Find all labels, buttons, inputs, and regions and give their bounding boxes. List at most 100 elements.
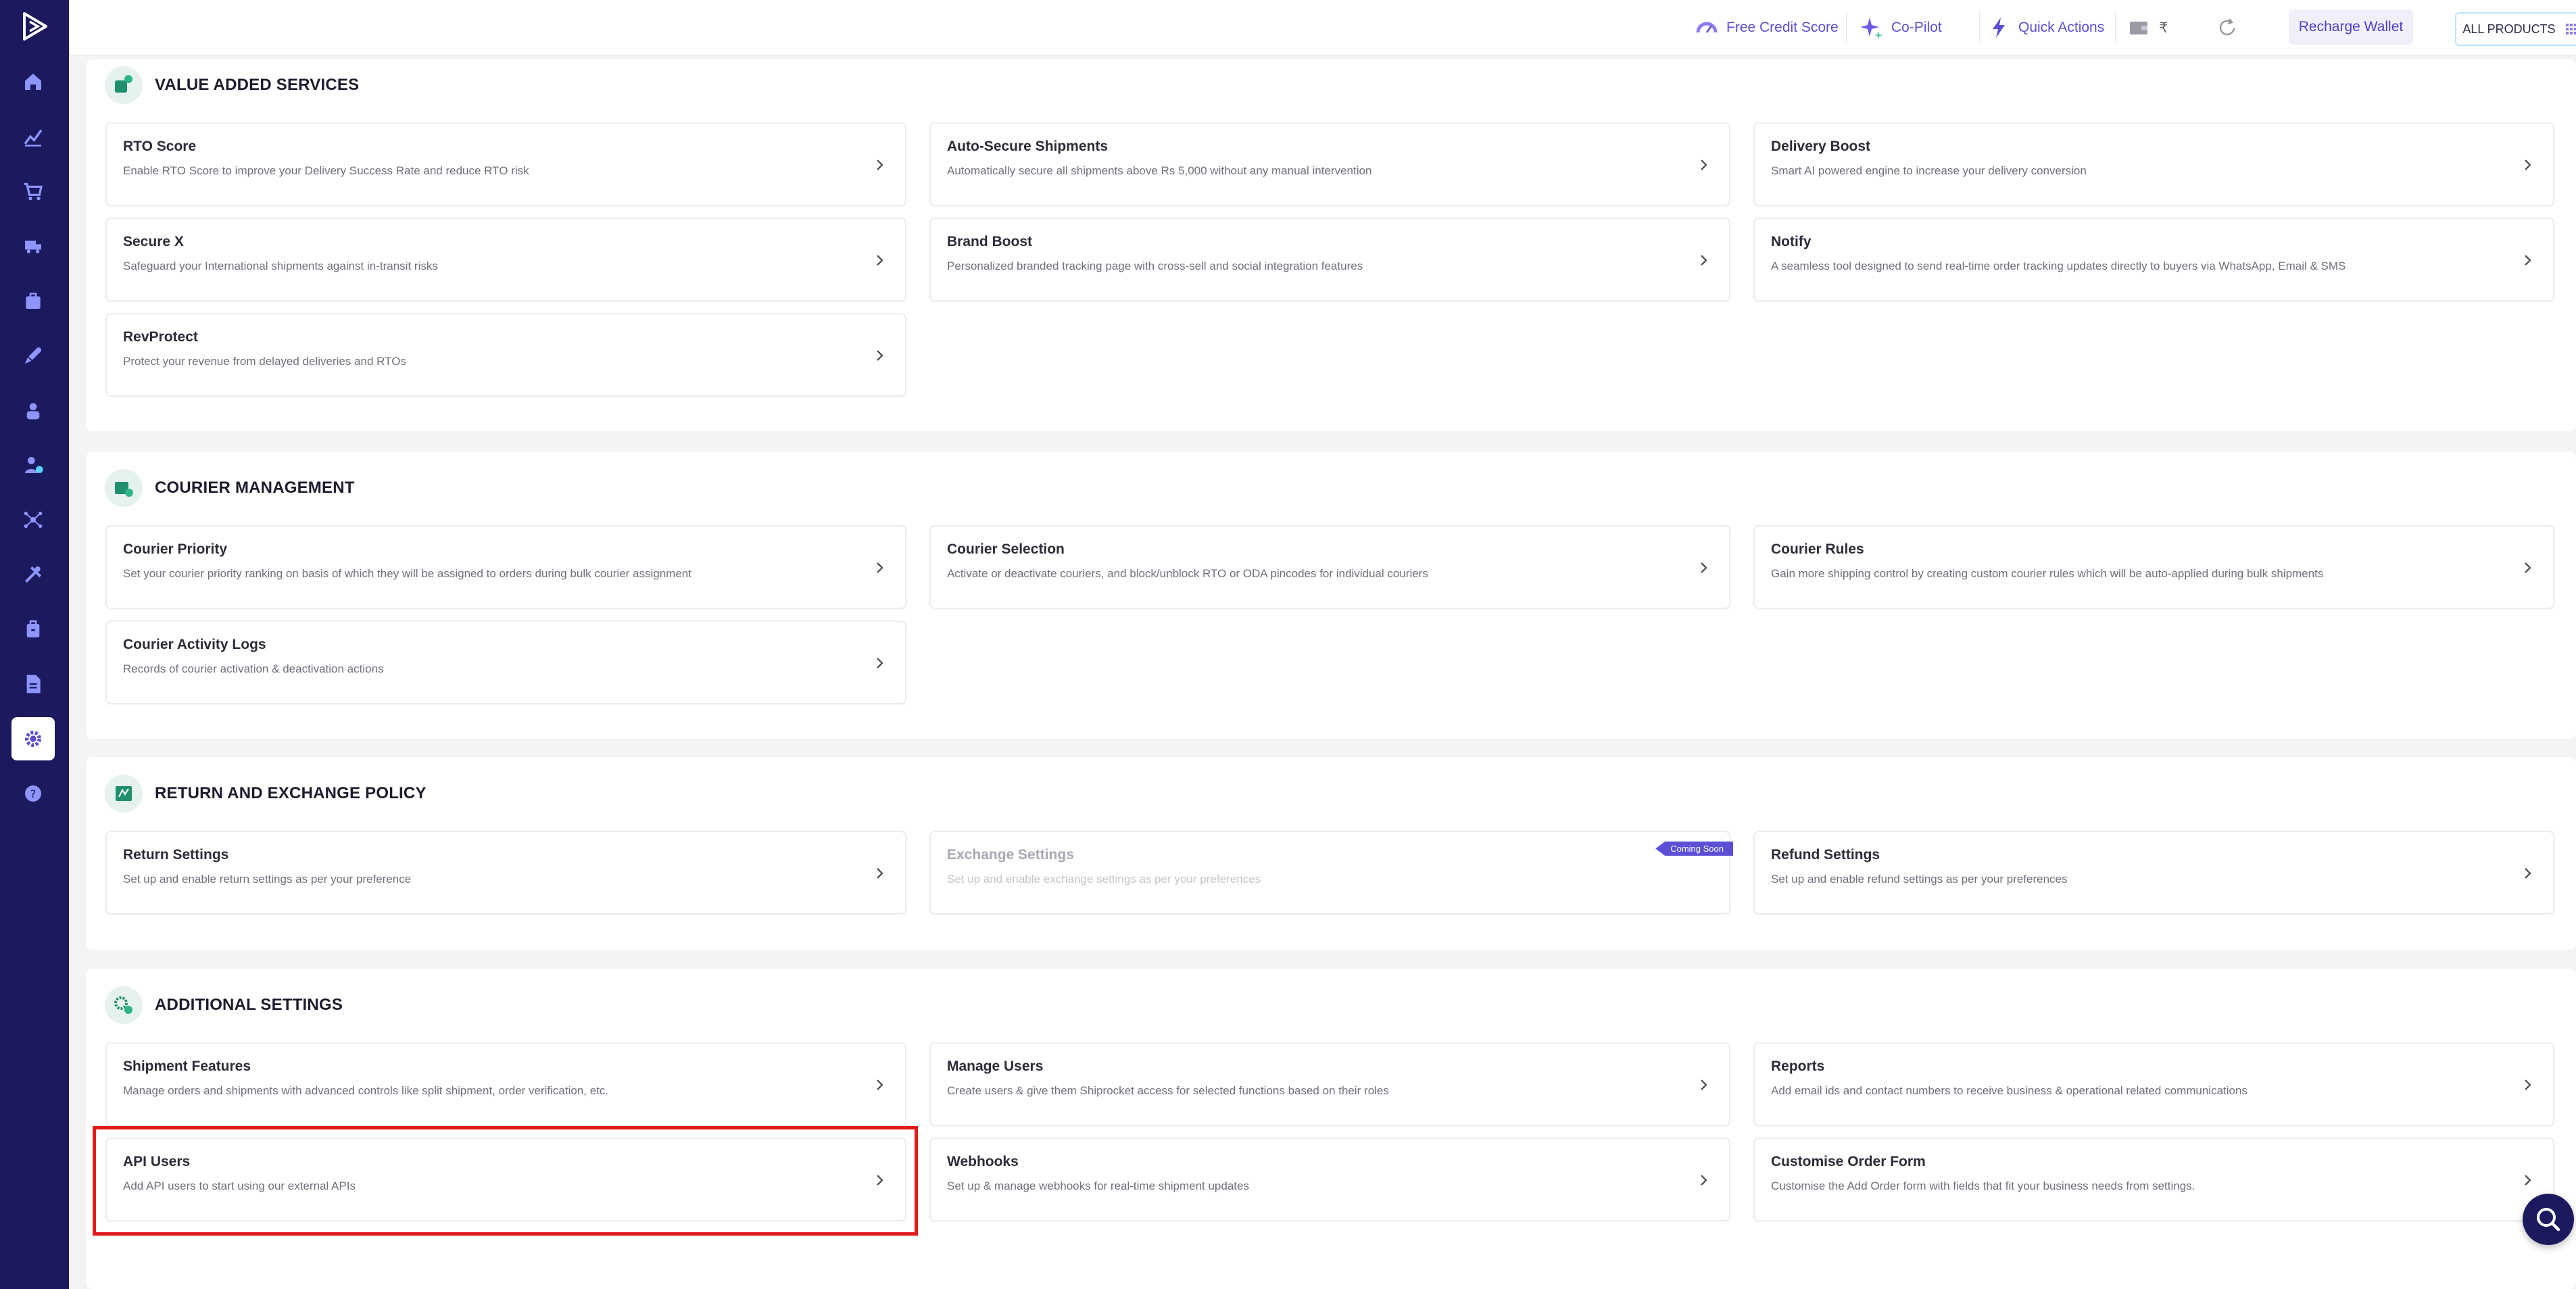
grid-icon [2565,24,2576,34]
card-courier-selection[interactable]: Courier Selection Activate or deactivate … [929,525,1730,609]
section-header: ADDITIONAL SETTINGS [105,986,343,1024]
all-products-label: ALL PRODUCTS [2462,22,2556,36]
card-description: Add API users to start using our externa… [123,1179,356,1192]
top-bar: Free Credit Score Co-Pilot Quick Actions… [69,0,2576,55]
returns-icon[interactable] [11,279,55,322]
section-header: RETURN AND EXCHANGE POLICY [105,775,427,812]
return-exchange-section: RETURN AND EXCHANGE POLICY Return Settin… [86,757,2576,950]
tools-icon[interactable] [11,553,55,596]
card-shipment-features[interactable]: Shipment Features Manage orders and shipm… [105,1042,906,1126]
section-title: RETURN AND EXCHANGE POLICY [155,784,427,802]
user-check-icon[interactable] [11,443,55,487]
chevron-right-icon [877,562,883,573]
section-header: COURIER MANAGEMENT [105,469,355,507]
card-title: RTO Score [123,139,197,154]
chevron-right-icon [877,160,883,170]
additional-settings-section: ADDITIONAL SETTINGS Shipment Features Man… [86,969,2576,1289]
section-title: COURIER MANAGEMENT [155,479,355,497]
gauge-icon [1696,22,1718,33]
home-icon[interactable] [11,60,55,103]
card-refund-settings[interactable]: Refund Settings Set up and enable refund … [1753,831,2554,915]
chevron-right-icon [877,1079,883,1090]
copilot-link[interactable]: Co-Pilot [1860,15,1942,41]
card-description: Automatically secure all shipments above… [947,164,1372,177]
card-description: Enable RTO Score to improve your Deliver… [123,164,529,177]
rocket-icon[interactable] [11,334,55,377]
card-title: Delivery Boost [1771,139,1871,154]
all-products-button[interactable]: ALL PRODUCTS [2455,12,2576,46]
value-services-icon [105,66,143,104]
integrations-icon[interactable] [11,498,55,541]
card-description: A seamless tool designed to send real-ti… [1771,260,2346,272]
card-webhooks[interactable]: Webhooks Set up & manage webhooks for rea… [929,1138,1730,1221]
reports-icon[interactable] [11,662,55,706]
analytics-icon[interactable] [11,115,55,158]
chevron-right-icon [2525,562,2531,573]
card-description: Protect your revenue from delayed delive… [123,355,406,368]
buyer-icon[interactable] [11,389,55,432]
courier-management-section: COURIER MANAGEMENT Courier Priority Set y… [86,452,2576,739]
chat-support-button[interactable] [2523,1194,2574,1245]
card-title: Courier Selection [947,541,1065,557]
shipments-icon[interactable] [11,224,55,268]
sparkle-icon [1860,18,1882,39]
chevron-right-icon [877,658,883,668]
card-rto-score[interactable]: RTO Score Enable RTO Score to improve you… [105,122,906,206]
chevron-right-icon [1701,1079,1707,1090]
card-description: Activate or deactivate couriers, and blo… [947,567,1428,580]
free-credit-score-label: Free Credit Score [1726,20,1839,35]
card-title: RevProtect [123,329,198,345]
card-return-settings[interactable]: Return Settings Set up and enable return … [105,831,906,915]
card-title: Reports [1771,1059,1825,1074]
card-auto-secure-shipments[interactable]: Auto-Secure Shipments Automatically secur… [929,122,1730,206]
card-courier-priority[interactable]: Courier Priority Set your courier priorit… [105,525,906,609]
card-customise-order-form[interactable]: Customise Order Form Customise the Add Or… [1753,1138,2554,1221]
card-revprotect[interactable]: RevProtect Protect your revenue from dela… [105,313,906,397]
card-description: Create users & give them Shiprocket acce… [947,1084,1389,1097]
help-icon[interactable]: ? [11,772,55,815]
coming-soon-badge: Coming Soon [1655,842,1733,856]
card-brand-boost[interactable]: Brand Boost Personalized branded tracking… [929,218,1730,301]
card-title: Refund Settings [1771,847,1880,862]
card-delivery-boost[interactable]: Delivery Boost Smart AI powered engine to… [1753,122,2554,206]
quick-actions-link[interactable]: Quick Actions [1987,15,2104,41]
chevron-right-icon [877,350,883,361]
return-policy-icon [105,775,143,812]
wallet-icon [2130,22,2147,34]
card-exchange-settings: Exchange Settings Set up and enable excha… [929,831,1733,915]
card-secure-x[interactable]: Secure X Safeguard your International shi… [105,218,906,301]
section-title: ADDITIONAL SETTINGS [155,996,343,1014]
lightning-icon [1993,18,2005,38]
chevron-right-icon [1701,1175,1707,1186]
card-reports[interactable]: Reports Add email ids and contact numbers… [1753,1042,2554,1126]
divider [2115,12,2116,43]
orders-icon[interactable] [11,170,55,213]
card-title: API Users [123,1154,191,1169]
card-description: Set up and enable refund settings as per… [1771,873,2068,885]
card-description: Set your courier priority ranking on bas… [123,567,691,580]
chevron-right-icon [877,1175,883,1186]
chevron-right-icon [877,868,883,879]
card-title: Manage Users [947,1059,1044,1074]
svg-text:?: ? [30,787,37,800]
card-title: Customise Order Form [1771,1154,1926,1169]
quick-actions-label: Quick Actions [2018,20,2105,35]
billing-icon[interactable] [11,608,55,651]
free-credit-score-link[interactable]: Free Credit Score [1695,15,1839,41]
card-notify[interactable]: Notify A seamless tool designed to send r… [1753,218,2554,301]
card-title: Brand Boost [947,234,1032,249]
card-courier-rules[interactable]: Courier Rules Gain more shipping control … [1753,525,2554,609]
recharge-wallet-button[interactable]: Recharge Wallet [2289,9,2413,45]
settings-icon[interactable] [11,717,55,760]
search-chat-icon [2537,1208,2560,1232]
shiprocket-logo-icon[interactable] [18,9,51,43]
card-api-users[interactable]: API Users Add API users to start using ou… [105,1138,906,1221]
card-manage-users[interactable]: Manage Users Create users & give them Shi… [929,1042,1730,1126]
card-title: Shipment Features [123,1059,251,1074]
card-title: Notify [1771,234,1812,249]
refresh-button[interactable] [2216,15,2239,41]
wallet-balance[interactable]: ₹ [2128,15,2168,41]
wallet-amount: ₹ [2159,20,2168,36]
card-courier-activity-logs[interactable]: Courier Activity Logs Records of courier … [105,621,906,704]
card-description: Set up & manage webhooks for real-time s… [947,1179,1249,1192]
